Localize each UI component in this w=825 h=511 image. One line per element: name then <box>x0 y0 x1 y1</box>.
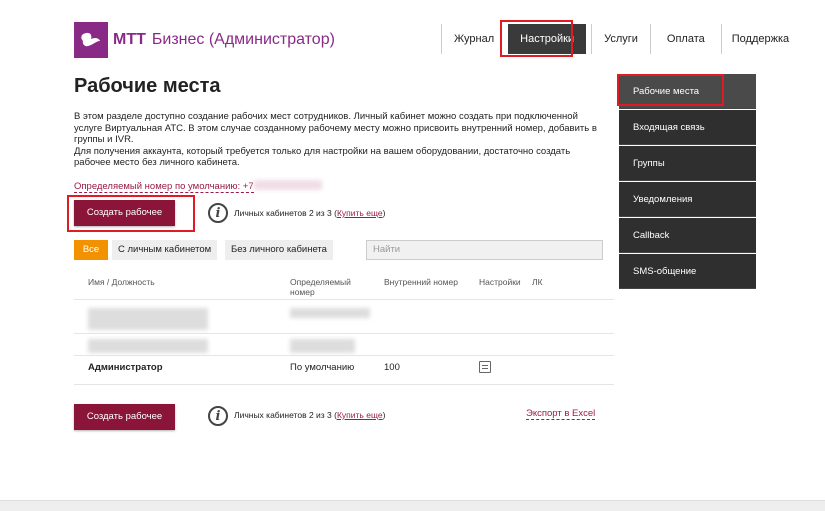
description: В этом разделе доступно создание рабочих… <box>74 111 597 168</box>
info-icon: i <box>208 406 228 426</box>
top-nav: Журнал Настройки Услуги Оплата Поддержка <box>441 24 799 54</box>
col-lk: ЛК <box>532 277 543 287</box>
divider <box>74 384 614 385</box>
admin-ext: 100 <box>384 362 400 373</box>
brand-title: МТТ Бизнес (Администратор) <box>113 31 335 48</box>
col-settings: Настройки <box>479 277 521 287</box>
create-workplace-button-bottom[interactable]: Создать рабочее место <box>74 404 175 448</box>
sidebar-item-notifications[interactable]: Уведомления <box>619 182 756 217</box>
highlight-settings <box>500 20 573 57</box>
cabinets-count-bottom: Личных кабинетов 2 из 3 (Купить еще) <box>234 410 386 420</box>
divider <box>74 333 614 334</box>
cabinets-count: Личных кабинетов 2 из 3 (Купить еще) <box>234 208 386 218</box>
nav-support[interactable]: Поддержка <box>720 24 799 54</box>
sidebar-item-sms[interactable]: SMS-общение <box>619 254 756 289</box>
nav-services[interactable]: Услуги <box>591 24 650 54</box>
tab-with-cabinet[interactable]: С личным кабинетом <box>112 240 218 260</box>
sidebar-item-groups[interactable]: Группы <box>619 146 756 181</box>
default-number[interactable]: Определяемый номер по умолчанию: +7 <box>74 176 322 194</box>
col-name: Имя / Должность <box>88 277 155 287</box>
admin-number: По умолчанию <box>290 362 355 373</box>
buy-more-link[interactable]: Купить еще <box>337 208 383 218</box>
col-number: Определяемый номер <box>290 277 351 297</box>
buy-more-link[interactable]: Купить еще <box>337 410 383 420</box>
info-icon: i <box>208 203 228 223</box>
logo-icon[interactable] <box>74 22 108 58</box>
table-row-number <box>290 308 370 318</box>
nav-journal[interactable]: Журнал <box>441 24 506 54</box>
settings-icon[interactable] <box>479 361 491 373</box>
divider <box>74 355 614 356</box>
export-excel-link[interactable]: Экспорт в Excel <box>526 408 596 420</box>
tab-all[interactable]: Все <box>74 240 108 260</box>
highlight-create <box>67 195 195 232</box>
search-input[interactable]: Найти <box>366 240 603 260</box>
nav-payment[interactable]: Оплата <box>649 24 721 54</box>
admin-name[interactable]: Администратор <box>88 362 163 373</box>
col-ext: Внутренний номер <box>384 277 458 287</box>
tab-without-cabinet[interactable]: Без личного кабинета <box>225 240 333 260</box>
table-row[interactable] <box>88 308 208 330</box>
page-title: Рабочие места <box>74 75 221 97</box>
table-row[interactable] <box>88 339 208 353</box>
divider <box>74 299 614 300</box>
footer <box>0 500 825 511</box>
table-row-number <box>290 339 355 353</box>
sidebar-item-callback[interactable]: Callback <box>619 218 756 253</box>
sidebar-item-incoming[interactable]: Входящая связь <box>619 110 756 145</box>
highlight-workplaces <box>617 74 724 106</box>
